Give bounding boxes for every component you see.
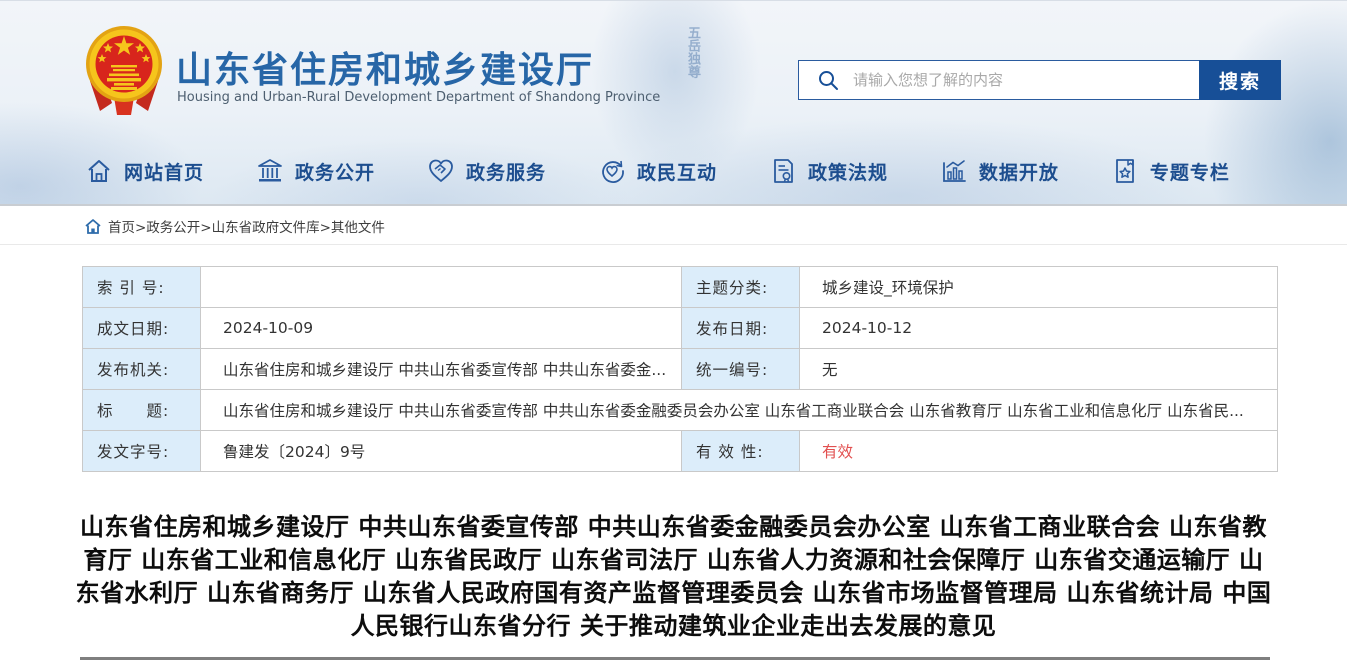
nav-item-gov-disclosure[interactable]: 政务公开 <box>256 157 375 185</box>
table-row: 成文日期: 2024-10-09 发布日期: 2024-10-12 <box>83 308 1278 349</box>
national-emblem-logo[interactable] <box>84 23 164 117</box>
field-title-label: 标 题: <box>83 390 201 431</box>
watercolor-stone-art: 五岳独尊 <box>678 26 700 78</box>
nav-item-special-columns[interactable]: 专题专栏 <box>1111 157 1230 185</box>
field-unified-number-label: 统一编号: <box>682 349 800 390</box>
table-row: 标 题: 山东省住房和城乡建设厅 中共山东省委宣传部 中共山东省委金融委员会办公… <box>83 390 1278 431</box>
field-written-date-label: 成文日期: <box>83 308 201 349</box>
table-row: 索 引 号: 主题分类: 城乡建设_环境保护 <box>83 267 1278 308</box>
field-title-value: 山东省住房和城乡建设厅 中共山东省委宣传部 中共山东省委金融委员会办公室 山东省… <box>201 390 1278 431</box>
search-button[interactable]: 搜索 <box>1199 60 1281 100</box>
nav-item-label: 政务服务 <box>466 158 546 185</box>
page: 五岳独尊 山东省住房和城 <box>0 0 1347 665</box>
breadcrumb-bar: 首页>政务公开>山东省政府文件库>其他文件 <box>0 208 1347 245</box>
main-nav: 网站首页 政务公开 政务服务 <box>85 149 1230 193</box>
data-chart-icon <box>940 157 968 185</box>
special-column-icon <box>1111 157 1139 185</box>
field-publish-date-value: 2024-10-12 <box>800 308 1278 349</box>
field-issuing-agency-label: 发布机关: <box>83 349 201 390</box>
nav-item-label: 政民互动 <box>637 158 717 185</box>
field-publish-date-label: 发布日期: <box>682 308 800 349</box>
document-meta-table: 索 引 号: 主题分类: 城乡建设_环境保护 成文日期: 2024-10-09 … <box>82 266 1278 472</box>
nav-item-label: 专题专栏 <box>1150 158 1230 185</box>
nav-item-label: 政策法规 <box>808 158 888 185</box>
field-index-number-label: 索 引 号: <box>83 267 201 308</box>
handshake-heart-icon <box>427 157 455 185</box>
field-index-number-value <box>201 267 682 308</box>
table-row: 发布机关: 山东省住房和城乡建设厅 中共山东省委宣传部 中共山东省委金... 统… <box>83 349 1278 390</box>
field-topic-category-label: 主题分类: <box>682 267 800 308</box>
nav-item-label: 数据开放 <box>979 158 1059 185</box>
table-row: 发文字号: 鲁建发〔2024〕9号 有 效 性: 有效 <box>83 431 1278 472</box>
nav-item-policies[interactable]: 政策法规 <box>769 157 888 185</box>
field-document-number-value: 鲁建发〔2024〕9号 <box>201 431 682 472</box>
site-header: 五岳独尊 山东省住房和城 <box>0 1 1347 206</box>
search-icon <box>817 69 839 91</box>
nav-item-public-interaction[interactable]: 政民互动 <box>598 157 717 185</box>
field-validity-value: 有效 <box>800 431 1278 472</box>
field-written-date-value: 2024-10-09 <box>201 308 682 349</box>
divider <box>80 657 1270 660</box>
government-building-icon <box>256 157 284 185</box>
nav-item-home[interactable]: 网站首页 <box>85 157 204 185</box>
field-issuing-agency-value: 山东省住房和城乡建设厅 中共山东省委宣传部 中共山东省委金... <box>201 349 682 390</box>
interaction-heart-icon <box>598 157 626 185</box>
site-title: 山东省住房和城乡建设厅 <box>176 41 594 93</box>
field-unified-number-value: 无 <box>800 349 1278 390</box>
document-title: 山东省住房和城乡建设厅 中共山东省委宣传部 中共山东省委金融委员会办公室 山东省… <box>74 511 1273 643</box>
search-input[interactable] <box>853 62 1199 98</box>
home-icon <box>85 219 101 234</box>
site-subtitle: Housing and Urban-Rural Development Depa… <box>177 90 660 105</box>
search-box: 搜索 <box>798 60 1281 100</box>
breadcrumb-text: 首页>政务公开>山东省政府文件库>其他文件 <box>108 216 385 236</box>
nav-item-open-data[interactable]: 数据开放 <box>940 157 1059 185</box>
national-emblem-icon <box>84 23 164 117</box>
policy-document-icon <box>769 157 797 185</box>
field-topic-category-value: 城乡建设_环境保护 <box>800 267 1278 308</box>
home-icon <box>85 157 113 185</box>
nav-item-label: 政务公开 <box>295 158 375 185</box>
nav-item-label: 网站首页 <box>124 158 204 185</box>
field-document-number-label: 发文字号: <box>83 431 201 472</box>
nav-item-gov-services[interactable]: 政务服务 <box>427 157 546 185</box>
breadcrumb[interactable]: 首页>政务公开>山东省政府文件库>其他文件 <box>85 216 385 236</box>
field-validity-label: 有 效 性: <box>682 431 800 472</box>
